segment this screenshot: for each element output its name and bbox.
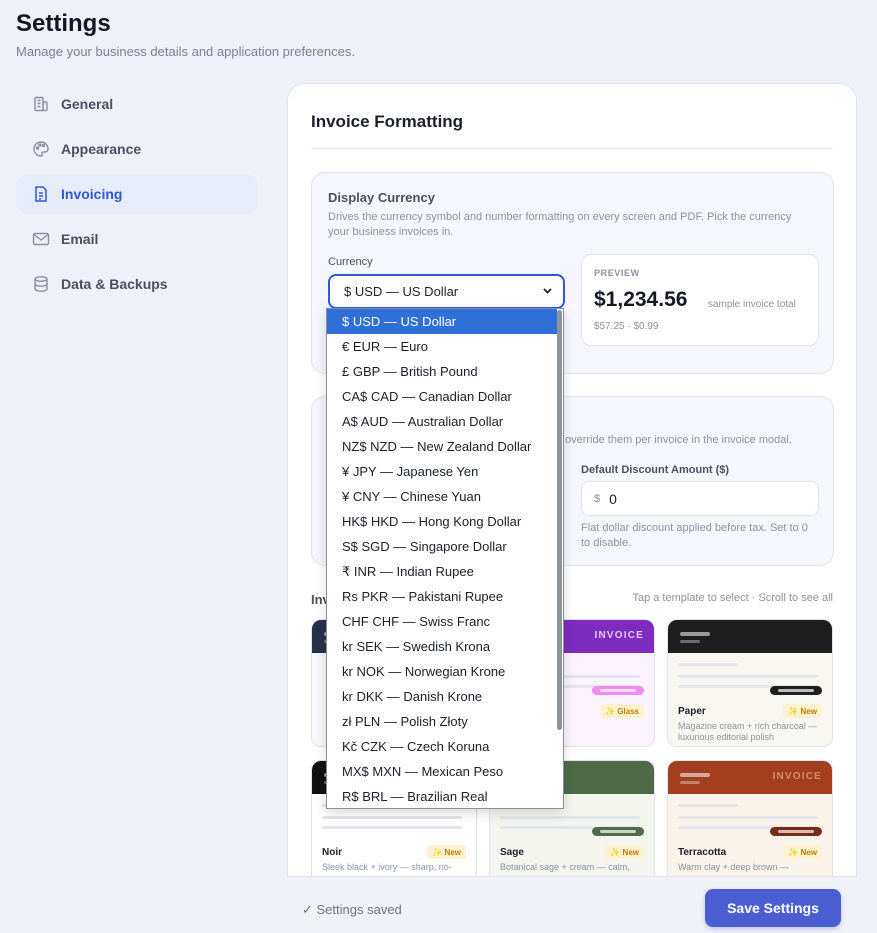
currency-option[interactable]: CA$ CAD — Canadian Dollar	[327, 384, 557, 409]
currency-option[interactable]: A$ AUD — Australian Dollar	[327, 409, 557, 434]
template-invoice-word: INVOICE	[594, 630, 644, 641]
discount-value: 0	[609, 490, 617, 507]
template-name: Noir	[322, 847, 342, 858]
save-settings-button[interactable]: Save Settings	[705, 889, 841, 927]
template-header: INVOICE	[668, 761, 832, 794]
discount-currency-symbol: $	[594, 492, 601, 505]
document-icon	[32, 185, 50, 203]
sidebar-item-appearance[interactable]: Appearance	[16, 129, 258, 169]
page-subtitle: Manage your business details and applica…	[16, 44, 355, 59]
preview-amount: $1,234.56	[594, 288, 688, 311]
display-currency-description: Drives the currency symbol and number fo…	[328, 211, 792, 238]
sidebar-item-label: Appearance	[61, 141, 142, 157]
currency-option[interactable]: ¥ CNY — Chinese Yuan	[327, 484, 557, 509]
template-badge: ✨ New	[783, 845, 822, 859]
template-invoice-word: INVOICE	[772, 771, 822, 782]
currency-option[interactable]: kr DKK — Danish Krone	[327, 684, 557, 709]
currency-option[interactable]: Rs PKR — Pakistani Rupee	[327, 584, 557, 609]
discount-input[interactable]: $ 0	[581, 481, 819, 516]
sidebar-item-label: Invoicing	[61, 186, 123, 202]
page-title: Settings	[16, 10, 111, 37]
currency-dropdown-list: $ USD — US Dollar € EUR — Euro £ GBP — B…	[326, 308, 564, 809]
currency-option[interactable]: S$ SGD — Singapore Dollar	[327, 534, 557, 559]
sidebar-item-label: Data & Backups	[61, 276, 168, 292]
dropdown-scrollbar[interactable]	[557, 310, 562, 730]
template-header	[668, 620, 832, 653]
preview-note: sample invoice total	[708, 299, 796, 310]
preview-sub-values: $57.25 · $0.99	[594, 321, 659, 332]
tax-description: override them per invoice in the invoice…	[565, 434, 792, 446]
chevron-down-icon	[542, 285, 553, 299]
currency-option[interactable]: kr SEK — Swedish Krona	[327, 634, 557, 659]
currency-option[interactable]: CHF CHF — Swiss Franc	[327, 609, 557, 634]
template-name: Terracotta	[678, 847, 727, 858]
template-card-terracotta[interactable]: INVOICE Terracotta ✨ New Warm clay + dee…	[667, 760, 833, 888]
currency-option[interactable]: kr NOK — Norwegian Krone	[327, 659, 557, 684]
currency-option[interactable]: zł PLN — Polish Złoty	[327, 709, 557, 734]
discount-label: Default Discount Amount ($)	[581, 464, 730, 476]
templates-hint: Tap a template to select · Scroll to see…	[632, 592, 833, 604]
template-name: Paper	[678, 706, 706, 717]
currency-select-value: $ USD — US Dollar	[344, 284, 459, 299]
sidebar-item-general[interactable]: General	[16, 84, 258, 124]
currency-option[interactable]: NZ$ NZD — New Zealand Dollar	[327, 434, 557, 459]
currency-option[interactable]: £ GBP — British Pound	[327, 359, 557, 384]
template-name: Sage	[500, 847, 524, 858]
currency-option[interactable]: ¥ JPY — Japanese Yen	[327, 459, 557, 484]
sidebar-item-label: General	[61, 96, 114, 112]
currency-select[interactable]: $ USD — US Dollar	[328, 274, 565, 309]
template-badge: ✨ New	[605, 845, 644, 859]
currency-option[interactable]: HK$ HKD — Hong Kong Dollar	[327, 509, 557, 534]
currency-label: Currency	[328, 256, 373, 268]
sidebar-item-label: Email	[61, 231, 99, 247]
database-icon	[32, 275, 50, 293]
currency-option[interactable]: MX$ MXN — Mexican Peso	[327, 759, 557, 784]
currency-preview: PREVIEW $1,234.56 sample invoice total $…	[581, 254, 819, 346]
building-icon	[32, 95, 50, 113]
currency-option[interactable]: Kč CZK — Czech Koruna	[327, 734, 557, 759]
template-badge: ✨ New	[783, 704, 822, 718]
template-card-paper[interactable]: Paper ✨ New Magazine cream + rich charco…	[667, 619, 833, 747]
divider	[311, 148, 833, 149]
discount-help: Flat dollar discount applied before tax.…	[581, 522, 808, 549]
template-badge: ✨ New	[427, 845, 466, 859]
template-description: Warm clay + deep brown —	[678, 862, 789, 872]
section-title: Invoice Formatting	[311, 112, 464, 131]
template-description: Botanical sage + cream — calm,	[500, 862, 630, 872]
palette-icon	[32, 140, 50, 158]
sidebar-item-invoicing[interactable]: Invoicing	[16, 174, 258, 214]
settings-sidebar: General Appearance Invoicing Email Data …	[16, 84, 258, 309]
preview-label: PREVIEW	[594, 268, 640, 278]
sidebar-item-data-backups[interactable]: Data & Backups	[16, 264, 258, 304]
currency-option[interactable]: $ USD — US Dollar	[327, 309, 557, 334]
settings-footer: ✓ Settings saved Save Settings	[287, 876, 857, 933]
currency-option[interactable]: R$ BRL — Brazilian Real	[327, 784, 557, 808]
mail-icon	[32, 230, 50, 248]
currency-option[interactable]: ₹ INR — Indian Rupee	[327, 559, 557, 584]
template-description: Sleek black + ivory — sharp, no-	[322, 862, 452, 872]
sidebar-item-email[interactable]: Email	[16, 219, 258, 259]
currency-option[interactable]: € EUR — Euro	[327, 334, 557, 359]
template-badge: ✨ Glass	[600, 704, 644, 718]
save-status: ✓ Settings saved	[302, 902, 402, 917]
template-description: Magazine cream + rich charcoal — luxurio…	[678, 721, 818, 742]
display-currency-title: Display Currency	[328, 190, 435, 205]
